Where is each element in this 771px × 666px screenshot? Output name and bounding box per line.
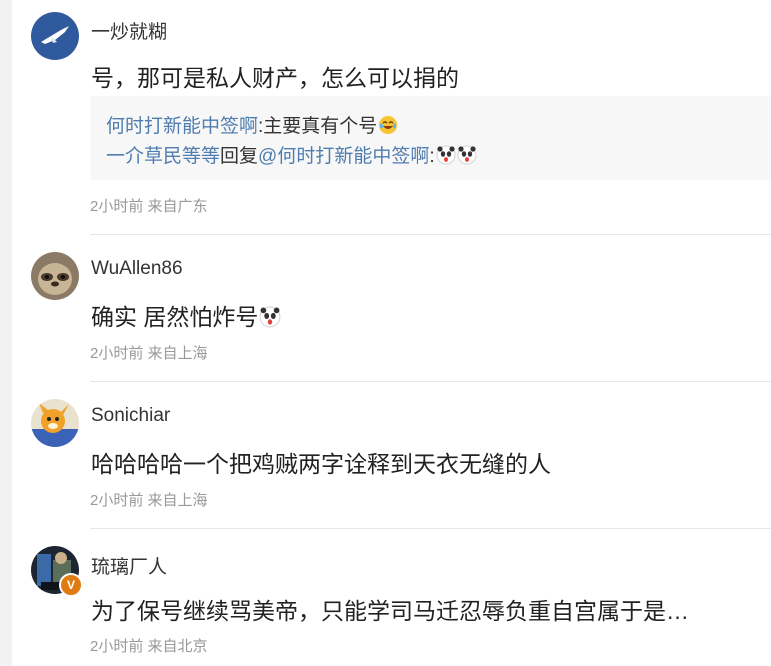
left-scroll-gutter — [0, 0, 12, 666]
username[interactable]: WuAllen86 — [91, 258, 183, 280]
panda-emoji-icon — [457, 145, 477, 171]
avatar-image — [31, 399, 79, 447]
username[interactable]: 一炒就糊 — [91, 17, 167, 44]
reply-keyword: 回复 — [220, 146, 259, 167]
comment-text-content: 确实 居然怕炸号 — [91, 304, 259, 330]
reply-mention[interactable]: @何时打新能中签啊 — [258, 146, 429, 167]
username[interactable]: 琉璃厂人 — [91, 552, 167, 579]
reply-box: 何时打新能中签啊:主要真有个号 一介草民等等回复@何时打新能中签啊: — [91, 96, 771, 180]
username[interactable]: Sonichiar — [91, 405, 170, 427]
panda-emoji-icon — [436, 145, 456, 171]
laugh-cry-emoji-icon — [378, 115, 398, 141]
verified-badge-icon: V — [59, 573, 83, 597]
comment-meta: 2小时前 来自北京 — [90, 638, 208, 655]
reply-username[interactable]: 何时打新能中签啊 — [106, 116, 258, 137]
divider — [90, 528, 771, 529]
comment-text: 哈哈哈哈一个把鸡贼两字诠释到天衣无缝的人 — [91, 451, 551, 477]
reply-username[interactable]: 一介草民等等 — [106, 146, 220, 167]
avatar[interactable] — [31, 399, 79, 447]
divider — [90, 234, 771, 235]
divider — [90, 381, 771, 382]
comment-meta: 2小时前 来自广东 — [90, 198, 208, 215]
comment-text: 号，那可是私人财产，怎么可以捐的 — [91, 65, 459, 91]
reply-separator: : — [429, 146, 435, 167]
avatar-image — [31, 12, 79, 60]
avatar[interactable] — [31, 12, 79, 60]
comment-text: 确实 居然怕炸号 — [91, 298, 281, 334]
reply-text: 主要真有个号 — [263, 116, 378, 137]
panda-emoji-icon — [259, 306, 281, 334]
comment-meta: 2小时前 来自上海 — [90, 492, 208, 509]
comment-meta: 2小时前 来自上海 — [90, 345, 208, 362]
avatar[interactable] — [31, 252, 79, 300]
reply-item: 何时打新能中签啊:主要真有个号 — [106, 111, 398, 141]
comment-text: 为了保号继续骂美帝，只能学司马迁忍辱负重自宫属于是… — [91, 598, 689, 624]
reply-item: 一介草民等等回复@何时打新能中签啊: — [106, 141, 477, 171]
avatar-image — [31, 252, 79, 300]
